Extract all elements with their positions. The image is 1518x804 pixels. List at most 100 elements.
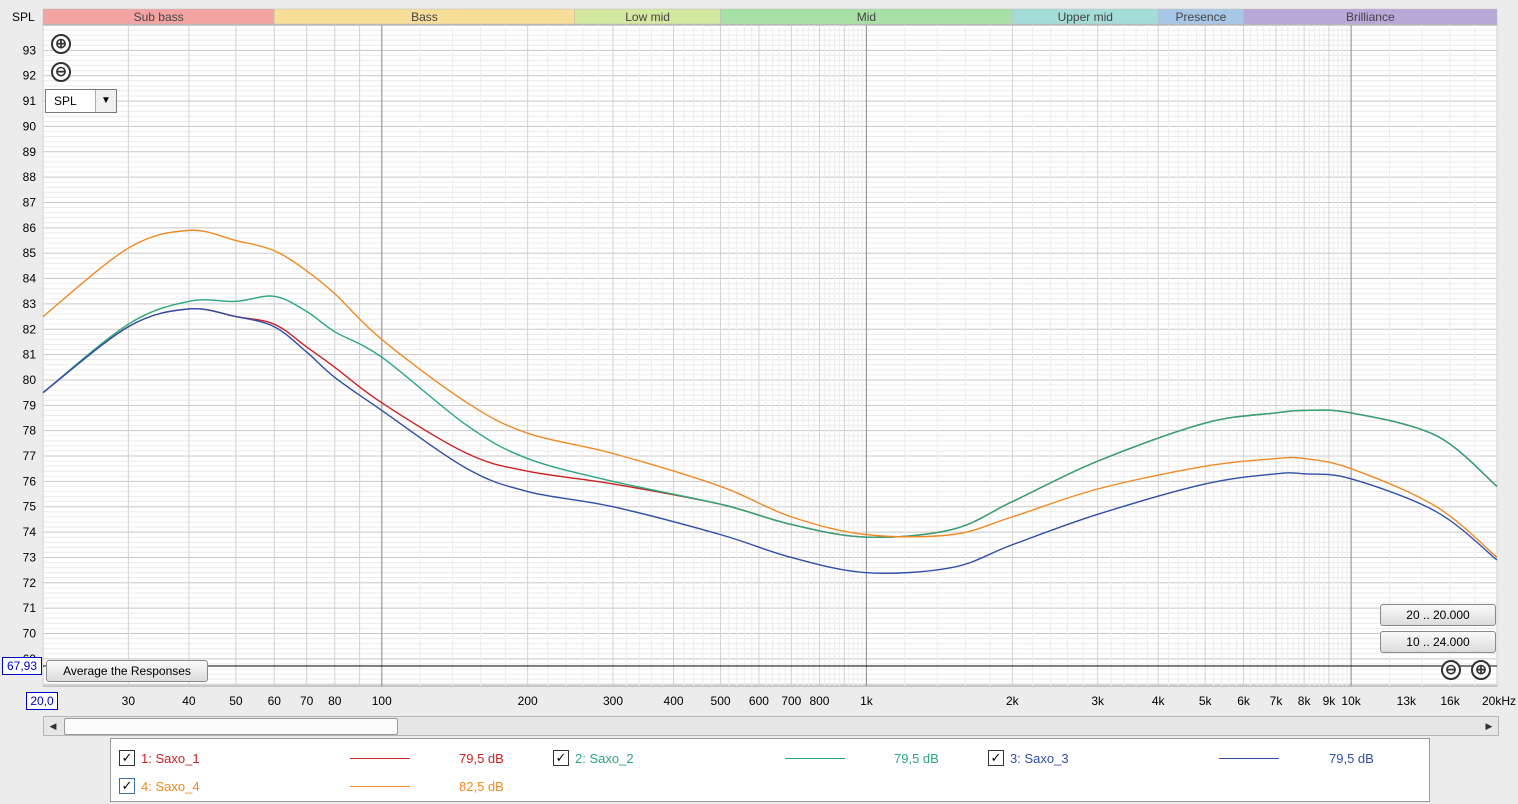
y-tick-label: 73 [23, 550, 37, 564]
x-tick-label: 4k [1152, 694, 1166, 708]
legend-label: 1: Saxo_1 [141, 751, 200, 766]
x-tick-label: 700 [781, 694, 801, 708]
legend-swatch [785, 758, 845, 759]
x-tick-label: 60 [268, 694, 282, 708]
average-responses-button[interactable]: Average the Responses [46, 660, 208, 682]
y-tick-label: 93 [23, 43, 37, 57]
x-tick-label: 600 [749, 694, 769, 708]
legend-value: 79,5 dB [459, 751, 504, 766]
x-tick-label: 3k [1091, 694, 1105, 708]
x-tick-label: 2k [1006, 694, 1020, 708]
y-tick-label: 81 [23, 348, 37, 362]
scroll-left-icon[interactable]: ◀ [44, 717, 62, 735]
x-tick-label: 80 [328, 694, 342, 708]
y-tick-label: 79 [23, 398, 37, 412]
y-tick-label: 83 [23, 297, 37, 311]
legend-swatch [350, 758, 410, 759]
y-tick-label: 87 [23, 195, 37, 209]
legend-item-saxo-3: ✓ 3: Saxo_3 79,5 dB [988, 748, 1418, 768]
y-tick-label: 89 [23, 145, 37, 159]
legend-value: 79,5 dB [894, 751, 939, 766]
range-20-20000-button[interactable]: 20 .. 20.000 [1380, 604, 1496, 626]
y-tick-label: 85 [23, 246, 37, 260]
graph-type-select[interactable]: SPL ▼ [45, 89, 117, 113]
zoom-out-x-button[interactable]: ⊖ [1441, 660, 1461, 680]
x-tick-label: 500 [711, 694, 731, 708]
y-tick-label: 90 [23, 119, 37, 133]
checkbox[interactable]: ✓ [988, 750, 1004, 766]
checkbox[interactable]: ✓ [553, 750, 569, 766]
x-tick-label: 300 [603, 694, 623, 708]
legend-item-saxo-1: ✓ 1: Saxo_1 79,5 dB [119, 748, 549, 768]
x-tick-label: 10k [1341, 694, 1361, 708]
scroll-right-icon[interactable]: ▶ [1480, 717, 1498, 735]
legend-value: 82,5 dB [459, 779, 504, 794]
band-label: Mid [857, 10, 876, 24]
y-tick-label: 76 [23, 474, 37, 488]
x-tick-label: 100 [372, 694, 392, 708]
legend-label: 3: Saxo_3 [1010, 751, 1069, 766]
y-tick-label: 77 [23, 449, 37, 463]
chevron-down-icon[interactable]: ▼ [95, 90, 116, 112]
legend-label: 2: Saxo_2 [575, 751, 634, 766]
spl-chart: SPL Sub bass Bass Low mid Mid Upper mid Prese… [12, 8, 1516, 708]
x-tick-label: 8k [1298, 694, 1312, 708]
x-tick-label: 40 [182, 694, 196, 708]
y-tick-label: 88 [23, 170, 37, 184]
y-min-field[interactable]: 67,93 [2, 657, 42, 675]
zoom-in-x-button[interactable]: ⊕ [1471, 660, 1491, 680]
x-tick-label: 5k [1199, 694, 1213, 708]
band-label: Presence [1176, 10, 1227, 24]
y-tick-label: 82 [23, 322, 37, 336]
checkbox[interactable]: ✓ [119, 750, 135, 766]
legend-panel: ✓ 1: Saxo_1 79,5 dB ✓ 2: Saxo_2 79,5 dB … [110, 738, 1430, 802]
band-label: Low mid [625, 10, 670, 24]
y-tick-label: 86 [23, 221, 37, 235]
y-tick-label: 72 [23, 576, 37, 590]
graph-type-value: SPL [54, 94, 77, 108]
y-tick-label: 80 [23, 373, 37, 387]
x-tick-label: 200 [518, 694, 538, 708]
range-10-24000-button[interactable]: 10 .. 24.000 [1380, 631, 1496, 653]
x-tick-label: 50 [229, 694, 243, 708]
band-label: Bass [411, 10, 438, 24]
checkbox[interactable]: ✓ [119, 778, 135, 794]
plot-area [42, 24, 1498, 687]
frequency-bands: Sub bass Bass Low mid Mid Upper mid Presence B… [42, 8, 1498, 25]
legend-item-saxo-2: ✓ 2: Saxo_2 79,5 dB [553, 748, 983, 768]
x-tick-label: 800 [809, 694, 829, 708]
x-tick-labels: 30 40 50 60 70 80 100 200 300 400 500 600 700 800 1k 2k… [122, 694, 1516, 708]
y-tick-labels: 6970717273747576777879808182838485868788… [23, 43, 37, 666]
legend-value: 79,5 dB [1329, 751, 1374, 766]
x-tick-label: 400 [664, 694, 684, 708]
scroll-thumb[interactable] [64, 718, 398, 735]
y-tick-label: 78 [23, 424, 37, 438]
x-tick-label: 16k [1440, 694, 1460, 708]
x-tick-label: 1k [860, 694, 874, 708]
x-min-field[interactable]: 20,0 [26, 692, 58, 710]
y-tick-label: 71 [23, 601, 37, 615]
band-label: Brilliance [1346, 10, 1395, 24]
legend-swatch [350, 786, 410, 787]
y-tick-label: 74 [23, 525, 37, 539]
zoom-out-y-button[interactable]: ⊖ [51, 62, 71, 82]
x-tick-label: 6k [1237, 694, 1251, 708]
legend-item-saxo-4: ✓ 4: Saxo_4 82,5 dB [119, 776, 549, 796]
x-tick-label: 20kHz [1482, 694, 1516, 708]
y-tick-label: 75 [23, 500, 37, 514]
y-tick-label: 91 [23, 94, 37, 108]
y-tick-label: 70 [23, 627, 37, 641]
band-label: Sub bass [134, 10, 184, 24]
x-tick-label: 70 [300, 694, 314, 708]
y-tick-label: 92 [23, 69, 37, 83]
x-tick-label: 7k [1270, 694, 1284, 708]
zoom-in-y-button[interactable]: ⊕ [51, 34, 71, 54]
horizontal-scrollbar[interactable]: ◀ ▶ [43, 716, 1499, 736]
legend-swatch [1219, 758, 1279, 759]
y-tick-label: 84 [23, 272, 37, 286]
x-tick-label: 13k [1397, 694, 1417, 708]
x-tick-label: 30 [122, 694, 136, 708]
y-axis-title: SPL [12, 10, 35, 24]
legend-label: 4: Saxo_4 [141, 779, 200, 794]
band-label: Upper mid [1058, 10, 1113, 24]
